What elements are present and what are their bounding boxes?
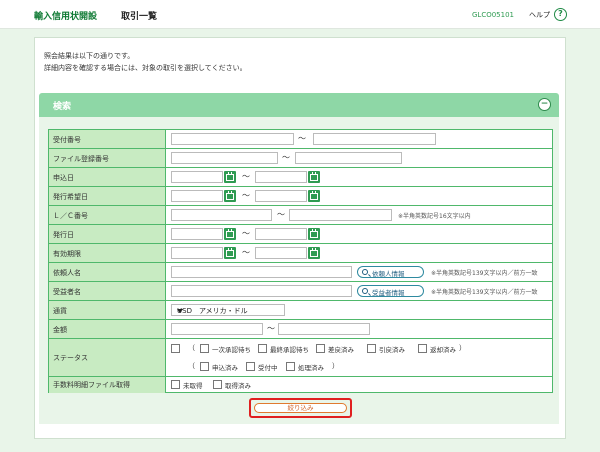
amount-to-input[interactable]	[278, 323, 370, 335]
row-issue-date: 発行日 ～	[49, 225, 552, 244]
row-issue-desired-date: 発行希望日 ～	[49, 187, 552, 206]
status-checkbox-first-approval[interactable]	[200, 344, 209, 353]
row-fee-detail: 手数料明細ファイル取得 未取得 取得済み	[49, 377, 552, 393]
search-title: 検索	[53, 102, 72, 112]
status-checkbox-returned[interactable]	[316, 344, 325, 353]
row-receipt-no: 受付番号 ～	[49, 130, 552, 149]
label-apply-date: 申込日	[53, 174, 74, 182]
label-beneficiary-name: 受益者名	[53, 288, 81, 296]
row-expiry: 有効期限 ～	[49, 244, 552, 263]
status-checkbox-applied[interactable]	[200, 362, 209, 371]
label-status: ステータス	[53, 354, 88, 362]
row-apply-date: 申込日 ～	[49, 168, 552, 187]
calendar-icon[interactable]	[308, 228, 320, 240]
calendar-icon[interactable]	[224, 171, 236, 183]
applicant-info-button[interactable]: 依頼人情報	[357, 266, 424, 278]
notice-line-1: 照会結果は以下の通りです。	[44, 52, 135, 60]
fee-acquired-checkbox[interactable]	[213, 380, 222, 389]
row-beneficiary-name: 受益者名 受益者情報 ※半角英数記号139文字以内／前方一致	[49, 282, 552, 301]
filter-button[interactable]: 絞り込み	[254, 403, 347, 413]
beneficiary-hint: ※半角英数記号139文字以内／前方一致	[431, 289, 538, 296]
row-status: ステータス （ 一次承認待ち 最終承認待ち 差戻済み 引戻済み 返却済み ） （…	[49, 339, 552, 377]
range-separator: ～	[242, 172, 250, 181]
range-separator: ～	[267, 324, 275, 333]
search-icon	[362, 288, 368, 294]
search-icon	[362, 269, 368, 275]
receipt-no-from-input[interactable]	[171, 133, 294, 145]
expiry-from-input[interactable]	[171, 247, 223, 259]
lc-no-hint: ※半角英数記号16文字以内	[398, 213, 471, 220]
chevron-down-icon	[177, 309, 183, 313]
beneficiary-info-button[interactable]: 受益者情報	[357, 285, 424, 297]
row-lc-no: Ｌ／Ｃ番号 ～ ※半角英数記号16文字以内	[49, 206, 552, 225]
label-amount: 金額	[53, 326, 67, 334]
collapse-icon[interactable]: −	[538, 98, 551, 111]
range-separator: ～	[282, 153, 290, 162]
applicant-name-input[interactable]	[171, 266, 352, 278]
range-separator: ～	[242, 229, 250, 238]
calendar-icon[interactable]	[308, 190, 320, 202]
submit-highlight: 絞り込み	[249, 398, 352, 418]
amount-from-input[interactable]	[171, 323, 263, 335]
top-header: 輸入信用状開設 取引一覧 GLCO05101 ヘルプ ?	[0, 0, 600, 29]
calendar-icon[interactable]	[308, 247, 320, 259]
row-currency: 通貨 USD アメリカ・ドル	[49, 301, 552, 320]
page-title: 取引一覧	[121, 12, 158, 22]
status-checkbox-processed[interactable]	[286, 362, 295, 371]
app-title: 輸入信用状開設	[34, 12, 98, 22]
notice-line-2: 詳細内容を確認する場合には、対象の取引を選択してください。	[44, 64, 247, 72]
lc-no-from-input[interactable]	[171, 209, 272, 221]
apply-date-to-input[interactable]	[255, 171, 307, 183]
applicant-hint: ※半角英数記号139文字以内／前方一致	[431, 270, 538, 277]
range-separator: ～	[242, 191, 250, 200]
range-separator: ～	[298, 134, 306, 143]
row-amount: 金額 ～	[49, 320, 552, 339]
file-reg-no-from-input[interactable]	[171, 152, 278, 164]
row-applicant-name: 依頼人名 依頼人情報 ※半角英数記号139文字以内／前方一致	[49, 263, 552, 282]
screen-id: GLCO05101	[472, 11, 514, 19]
expiry-to-input[interactable]	[255, 247, 307, 259]
status-checkbox-accepting[interactable]	[246, 362, 255, 371]
status-checkbox-sent-back[interactable]	[418, 344, 427, 353]
help-link[interactable]: ヘルプ	[529, 10, 550, 20]
status-checkbox-final-approval[interactable]	[258, 344, 267, 353]
label-lc-no: Ｌ／Ｃ番号	[53, 212, 88, 220]
search-form-table: 受付番号 ～ ファイル登録番号 ～ 申込日 ～ 発行希望日 ～ Ｌ／Ｃ番号 ～ …	[48, 129, 553, 393]
calendar-icon[interactable]	[308, 171, 320, 183]
search-section-header[interactable]: 検索 −	[39, 93, 559, 117]
label-file-reg-no: ファイル登録番号	[53, 155, 109, 163]
issue-date-from-input[interactable]	[171, 228, 223, 240]
label-fee-detail: 手数料明細ファイル取得	[53, 381, 130, 389]
file-reg-no-to-input[interactable]	[295, 152, 402, 164]
receipt-no-to-input[interactable]	[313, 133, 436, 145]
issue-desired-date-from-input[interactable]	[171, 190, 223, 202]
range-separator: ～	[242, 248, 250, 257]
lc-no-to-input[interactable]	[289, 209, 392, 221]
label-applicant-name: 依頼人名	[53, 269, 81, 277]
calendar-icon[interactable]	[224, 190, 236, 202]
label-expiry: 有効期限	[53, 250, 81, 258]
label-issue-date: 発行日	[53, 231, 74, 239]
issue-desired-date-to-input[interactable]	[255, 190, 307, 202]
row-file-reg-no: ファイル登録番号 ～	[49, 149, 552, 168]
label-issue-desired-date: 発行希望日	[53, 193, 88, 201]
status-all-checkbox[interactable]	[171, 344, 180, 353]
beneficiary-name-input[interactable]	[171, 285, 352, 297]
currency-select[interactable]: USD アメリカ・ドル	[171, 304, 285, 316]
status-checkbox-withdrawn[interactable]	[367, 344, 376, 353]
label-receipt-no: 受付番号	[53, 136, 81, 144]
label-currency: 通貨	[53, 307, 67, 315]
calendar-icon[interactable]	[224, 228, 236, 240]
calendar-icon[interactable]	[224, 247, 236, 259]
help-icon[interactable]: ?	[554, 8, 567, 21]
issue-date-to-input[interactable]	[255, 228, 307, 240]
apply-date-from-input[interactable]	[171, 171, 223, 183]
range-separator: ～	[277, 210, 285, 219]
fee-not-acquired-checkbox[interactable]	[171, 380, 180, 389]
